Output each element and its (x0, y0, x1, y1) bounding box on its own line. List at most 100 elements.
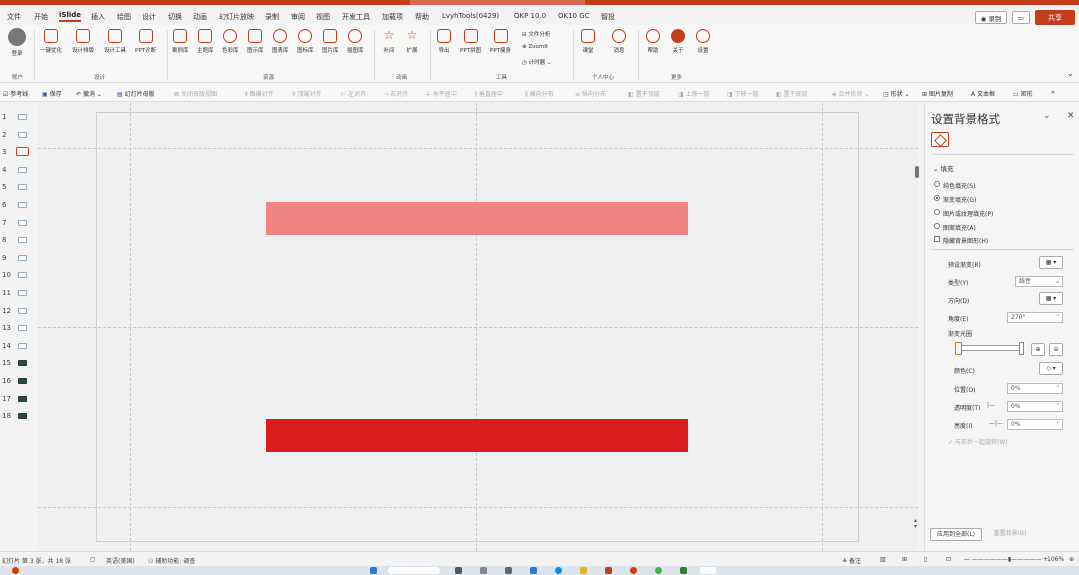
slide-preview[interactable] (18, 184, 27, 191)
type-select[interactable]: 线性 ⌄ (1015, 276, 1063, 287)
undo-button[interactable]: ↶ 撤消 ⌄ (76, 89, 102, 98)
slide-thumbnail[interactable]: 4 (0, 164, 38, 176)
taskbar-search-box[interactable] (388, 567, 440, 574)
menu-view[interactable]: 视图 (316, 12, 330, 22)
app-icon[interactable] (530, 567, 537, 574)
menu-help[interactable]: 帮助 (415, 12, 429, 22)
menu-slideshow[interactable]: 幻灯片放映 (219, 12, 254, 22)
slide-preview[interactable] (18, 307, 27, 314)
app-icon[interactable] (655, 567, 662, 574)
close-icon[interactable]: ✕ (1067, 111, 1075, 121)
red-rectangle[interactable] (266, 419, 688, 452)
menu-transitions[interactable]: 切换 (168, 12, 182, 22)
file-analysis-button[interactable]: ⊟ 文件分析 (522, 30, 550, 38)
radio[interactable] (934, 181, 940, 187)
slide-sorter-icon[interactable]: ⊞ (902, 556, 907, 563)
picture-fill-option[interactable]: 图片或纹理填充(P) (934, 209, 993, 218)
slide-thumbnail[interactable]: 16 (0, 375, 38, 387)
menu-islide[interactable]: iSlide (59, 11, 81, 22)
about-button[interactable]: 关于 (671, 29, 685, 54)
zoom-level[interactable]: 106% (1047, 556, 1064, 563)
slide-thumbnail[interactable]: 3 (0, 146, 38, 158)
timer-button[interactable]: ◷ 计时器 ⌄ (522, 58, 551, 66)
menu-animations[interactable]: 动画 (193, 12, 207, 22)
menu-okp[interactable]: OKP 10.0 (514, 12, 546, 20)
menu-lvyhtools[interactable]: LvyhTools(0429) (442, 12, 499, 20)
settings-button[interactable]: 设置 (696, 29, 710, 54)
vertical-scrollbar[interactable] (915, 166, 919, 178)
slide-thumbnail[interactable]: 17 (0, 393, 38, 405)
design-tools-button[interactable]: 设计工具 (104, 29, 126, 54)
scroll-nav-icon[interactable]: ▴ ▾ (914, 518, 917, 530)
close-master-button[interactable]: ⊠ 关闭母版视图 (174, 89, 217, 98)
help-button[interactable]: 帮助 (646, 29, 660, 54)
app-icon[interactable] (700, 567, 716, 574)
pattern-fill-option[interactable]: 图案填充(A) (934, 223, 976, 232)
gradient-slider[interactable] (959, 345, 1021, 351)
diagram-library-button[interactable]: 图示库 (247, 29, 264, 54)
folder-icon[interactable] (580, 567, 587, 574)
share-button[interactable]: 共享 (1035, 10, 1075, 25)
slide-preview[interactable] (18, 360, 27, 367)
slide-thumbnail[interactable]: 14 (0, 340, 38, 352)
light-red-rectangle[interactable] (266, 202, 688, 235)
color-library-button[interactable]: 色彩库 (222, 29, 239, 54)
chevron-down-icon[interactable]: ⌄ (1043, 111, 1051, 121)
solid-fill-option[interactable]: 纯色填充(S) (934, 181, 976, 190)
app-icon[interactable] (505, 567, 512, 574)
menu-design[interactable]: 设计 (142, 12, 156, 22)
accessibility-button[interactable]: ⚇ 辅助功能: 调查 (148, 556, 195, 565)
ppt-diagnose-button[interactable]: PPT诊断 (135, 29, 156, 54)
merge-shapes-button[interactable]: ◈ 合并形状 ⌄ (832, 89, 869, 98)
fit-slide-icon[interactable]: ⊕ (1069, 556, 1074, 563)
zoomit-button[interactable]: ⊕ ZoomIt (522, 44, 548, 50)
preset-gradient-dropdown[interactable]: ▦ ▾ (1039, 256, 1063, 269)
apply-to-all-button[interactable]: 应用到全部(L) (930, 528, 982, 541)
layout-button[interactable]: 设计排版 (72, 29, 94, 54)
distribute-h-button[interactable]: ⫼ 横向分布 (525, 89, 554, 99)
slide-thumbnail[interactable]: 9 (0, 252, 38, 264)
gradient-fill-option[interactable]: 渐变填充(G) (934, 195, 976, 204)
slide-canvas[interactable] (38, 103, 918, 551)
slide-preview[interactable] (18, 290, 27, 296)
horizontal-guide[interactable] (38, 148, 918, 149)
position-input[interactable]: 0% ⌃ (1007, 383, 1063, 394)
ppt-slim-button[interactable]: PPT瘦身 (490, 29, 511, 54)
slider-icon[interactable]: —|— (989, 420, 1003, 427)
case-library-button[interactable]: 案例库 (172, 29, 189, 54)
slide-preview[interactable] (18, 272, 27, 279)
extend-button[interactable]: ☆ 扩展 (405, 29, 419, 54)
textbox-button[interactable]: A 文本框 (971, 89, 995, 98)
slide-preview[interactable] (18, 342, 27, 349)
spinner-icon[interactable]: ⌃ (1056, 420, 1062, 429)
add-stop-icon[interactable]: ⊕ (1031, 343, 1045, 356)
zoom-slider[interactable]: — ——————▮————— + (964, 556, 1048, 563)
slide-thumbnail[interactable]: 12 (0, 305, 38, 317)
slide-preview[interactable] (16, 147, 29, 157)
menu-insert[interactable]: 插入 (91, 12, 105, 22)
brightness-input[interactable]: 0% ⌃ (1007, 419, 1063, 430)
reset-background-button[interactable]: 重置背景(B) (989, 528, 1031, 541)
slide-thumbnail[interactable]: 15 (0, 357, 38, 369)
optimize-button[interactable]: 一键优化 (40, 29, 62, 54)
center-v-button[interactable]: ⫿ 垂直居中 (475, 89, 503, 99)
color-picker-button[interactable]: ◇ ▾ (1039, 362, 1063, 375)
slide-preview[interactable] (18, 237, 27, 244)
slide-preview[interactable] (18, 395, 27, 402)
menu-addins[interactable]: 加载项 (382, 12, 403, 22)
bring-front-button[interactable]: ◧ 置于顶层 (628, 89, 660, 98)
radio[interactable] (934, 223, 940, 229)
slide-preview[interactable] (18, 378, 27, 384)
messages-button[interactable]: 消息 (612, 29, 626, 54)
slide-preview[interactable] (18, 254, 27, 261)
bring-forward-button[interactable]: ◨ 上移一层 (678, 89, 710, 98)
distribute-v-button[interactable]: ≡ 纵向分布 (575, 89, 606, 98)
weather-icon[interactable] (12, 567, 19, 574)
tween-button[interactable]: ☆ 补间 (382, 29, 396, 54)
menu-review[interactable]: 审阅 (291, 12, 305, 22)
slide-thumbnail[interactable]: 5 (0, 181, 38, 193)
comment-icon[interactable]: ▭ (1012, 11, 1030, 24)
horizontal-guide[interactable] (38, 327, 918, 328)
slide-thumbnail[interactable]: 18 (0, 410, 38, 422)
normal-view-icon[interactable]: ▥ (880, 556, 886, 563)
